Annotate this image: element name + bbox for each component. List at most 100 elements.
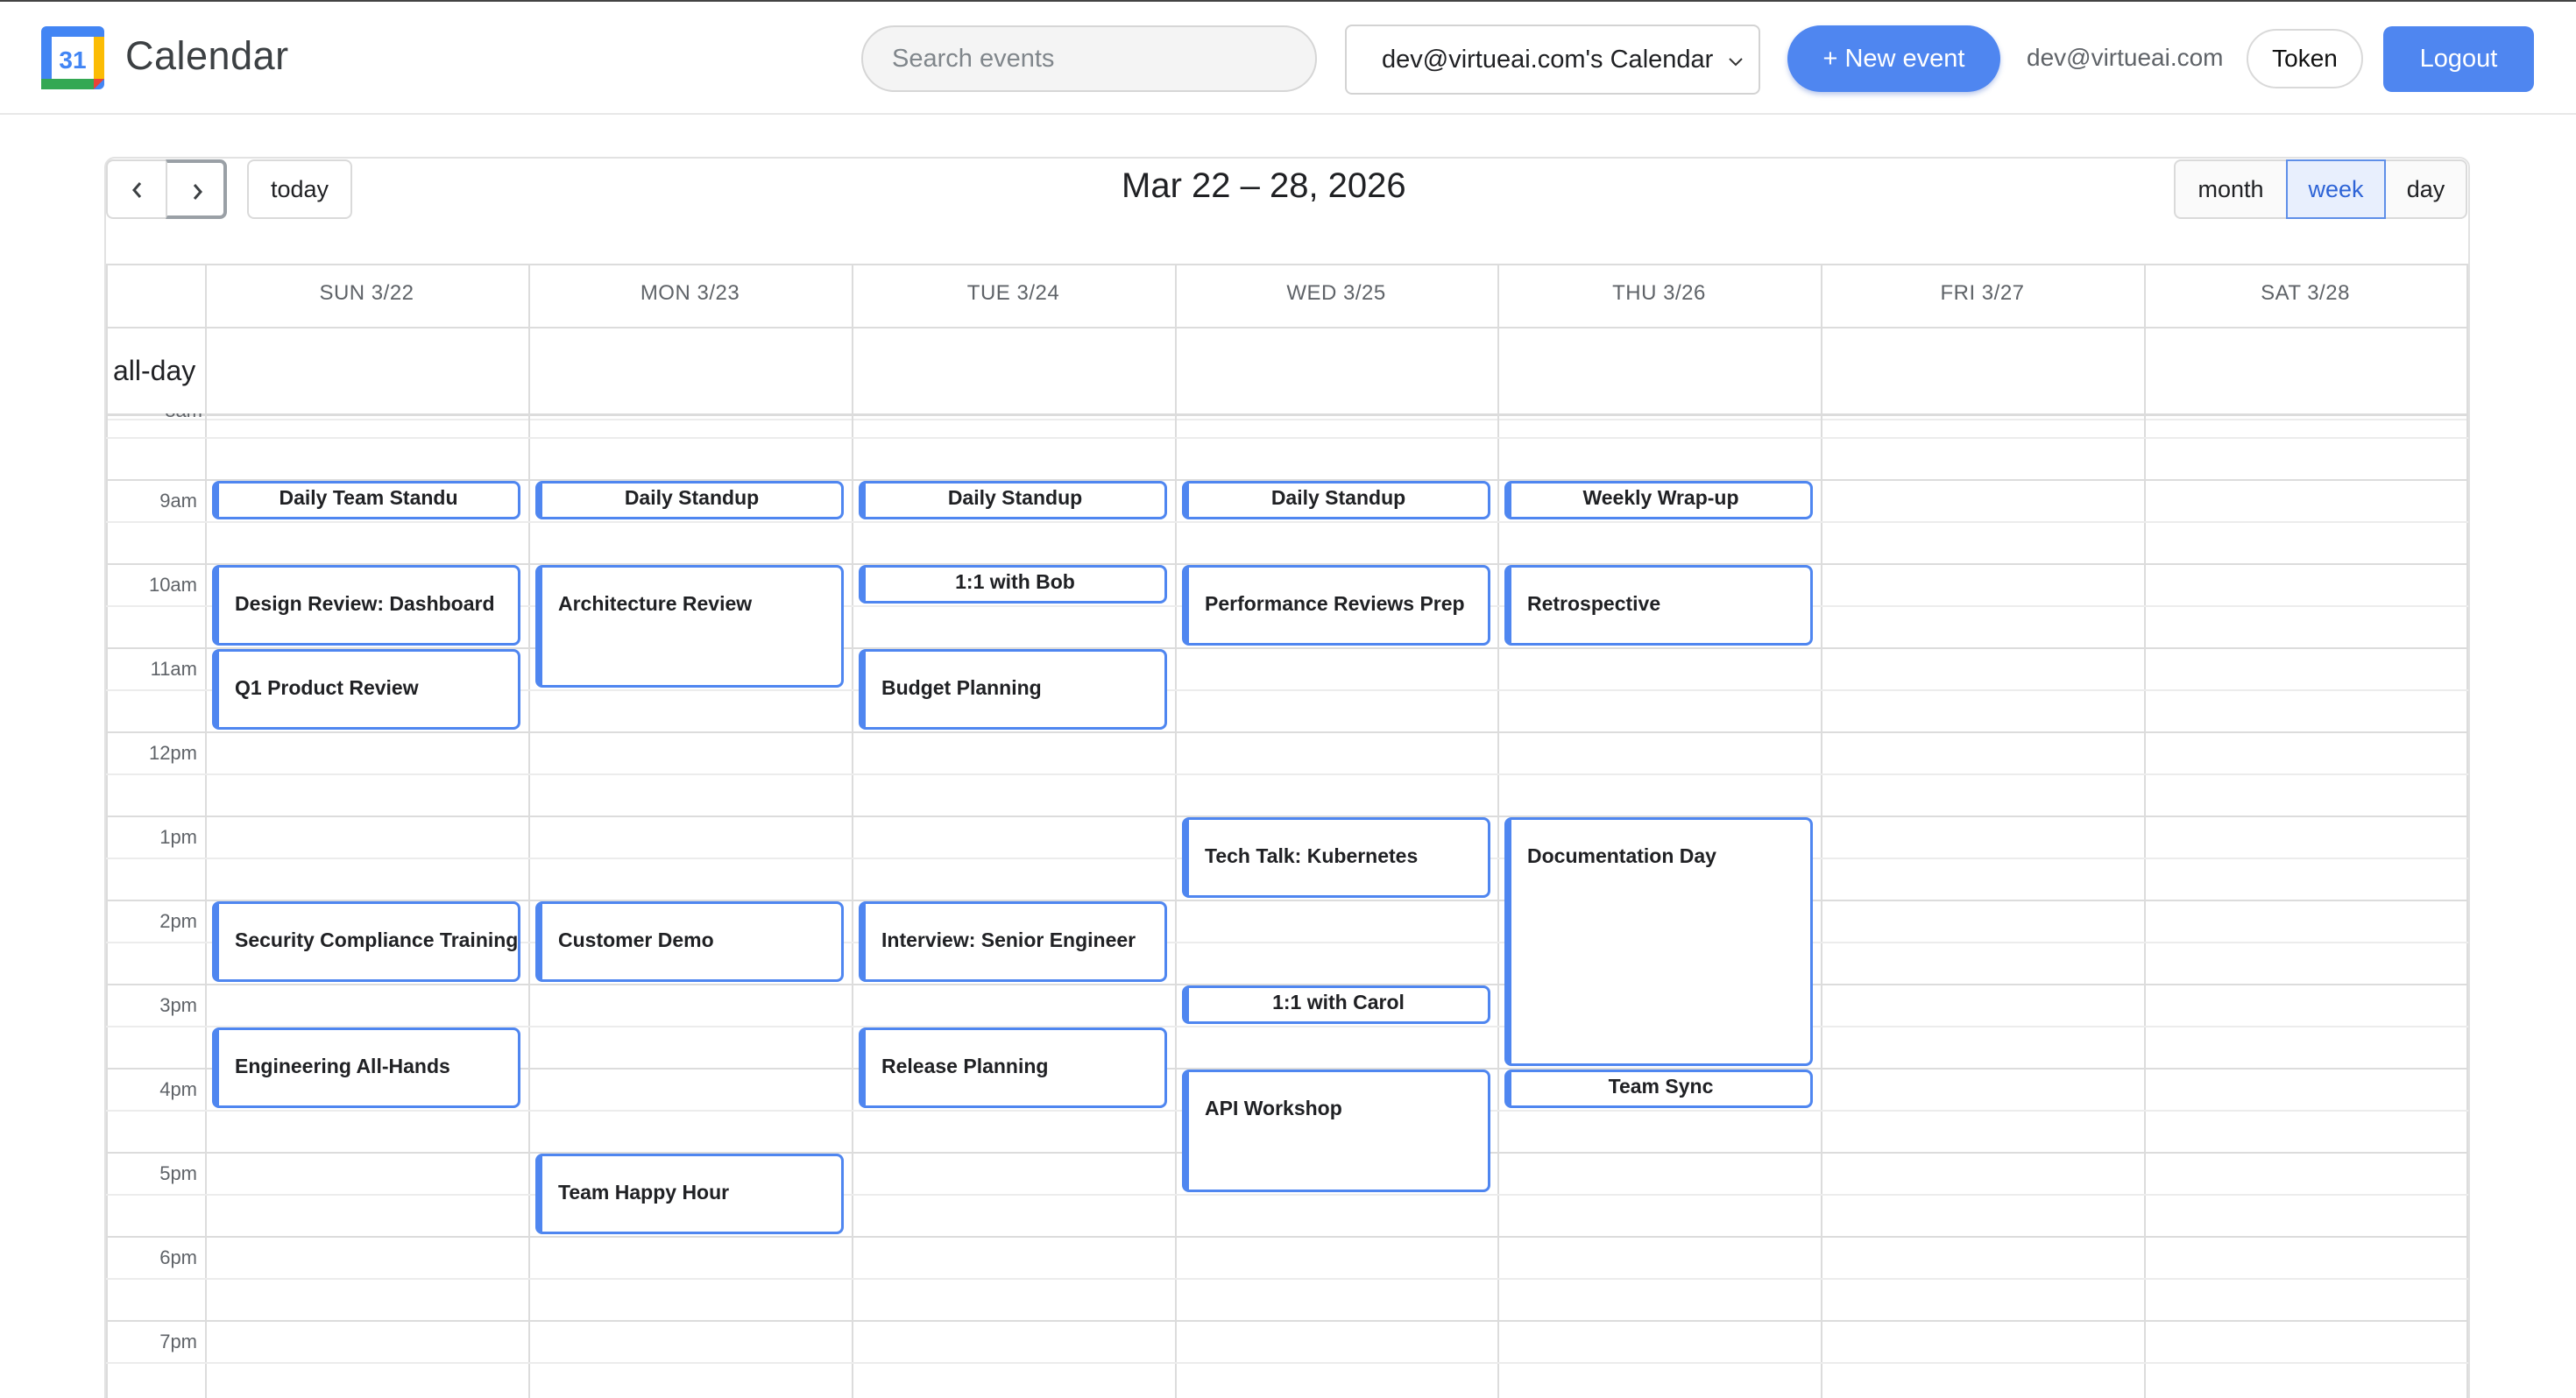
grid-line — [106, 437, 2468, 439]
grid-line — [205, 264, 207, 1398]
calendar-event[interactable]: Daily Team Standu — [212, 481, 520, 519]
event-title: Design Review: Dashboard — [235, 592, 495, 615]
allday-label: all-day — [113, 355, 196, 386]
time-label: 12pm — [148, 742, 197, 764]
calendar-selector-label: dev@virtueai.com's Calendar — [1382, 46, 1714, 74]
calendar-event[interactable]: Weekly Wrap-up — [1504, 481, 1813, 519]
time-label: 6pm — [159, 1246, 197, 1268]
calendar-event[interactable]: Engineering All-Hands — [212, 1027, 520, 1108]
grid-line — [1821, 264, 1822, 1398]
calendar-event[interactable]: Daily Standup — [535, 481, 844, 519]
new-event-button[interactable]: + New event — [1787, 25, 2000, 92]
event-title: Daily Team Standu — [279, 486, 458, 509]
event-title: Budget Planning — [881, 676, 1042, 699]
calendar-event[interactable]: Documentation Day — [1504, 817, 1813, 1066]
time-label: 7pm — [159, 1331, 197, 1352]
event-title: Q1 Product Review — [235, 676, 419, 699]
grid-line — [852, 264, 853, 1398]
event-title: 1:1 with Bob — [955, 570, 1075, 593]
calendar-event[interactable]: Design Review: Dashboard — [212, 565, 520, 646]
grid-line — [106, 419, 2468, 420]
event-title: Team Sync — [1608, 1075, 1714, 1098]
calendar-event[interactable]: Budget Planning — [859, 649, 1167, 730]
event-title: Documentation Day — [1527, 844, 1716, 867]
event-title: Daily Standup — [947, 486, 1083, 509]
app-title: Calendar — [125, 33, 289, 78]
calendar-event[interactable]: Release Planning — [859, 1027, 1167, 1108]
chevron-left-icon — [132, 182, 142, 198]
calendar-event[interactable]: Daily Standup — [1182, 481, 1490, 519]
today-button[interactable]: today — [247, 159, 352, 219]
day-header-thu[interactable]: THU 3/26 — [1497, 281, 1821, 306]
event-title: Architecture Review — [558, 592, 753, 615]
event-title: Daily Standup — [1270, 486, 1406, 509]
day-header-sun[interactable]: SUN 3/22 — [205, 281, 528, 306]
grid-line — [106, 1320, 2468, 1322]
calendar-event[interactable]: Interview: Senior Engineer — [859, 901, 1167, 982]
calendar-event[interactable]: Retrospective — [1504, 565, 1813, 646]
token-button[interactable]: Token — [2247, 29, 2363, 88]
prev-week-button[interactable] — [106, 159, 167, 219]
time-label: 3pm — [159, 994, 197, 1016]
view-day-button[interactable]: day — [2384, 159, 2467, 219]
calendar-event[interactable]: Daily Standup — [859, 481, 1167, 519]
calendar-event[interactable]: Q1 Product Review — [212, 649, 520, 730]
day-header-fri[interactable]: FRI 3/27 — [1821, 281, 2144, 306]
grid-line — [106, 327, 2468, 328]
time-label: 1pm — [159, 826, 197, 848]
search-input[interactable] — [861, 25, 1317, 92]
chevron-right-icon — [193, 184, 202, 200]
event-title: Interview: Senior Engineer — [881, 928, 1136, 951]
grid-line — [106, 413, 2468, 416]
day-header-sat[interactable]: SAT 3/28 — [2144, 281, 2466, 306]
time-label-clipped: 8am — [159, 413, 202, 424]
next-week-button[interactable] — [166, 159, 227, 219]
time-label: 10am — [148, 574, 197, 596]
time-label: 11am — [150, 658, 197, 680]
event-title: Customer Demo — [558, 928, 714, 951]
grid-line — [106, 1236, 2468, 1238]
event-title: Release Planning — [881, 1055, 1049, 1077]
day-header-tue[interactable]: TUE 3/24 — [852, 281, 1175, 306]
event-title: API Workshop — [1205, 1097, 1342, 1119]
event-title: Retrospective — [1527, 592, 1661, 615]
grid-line — [106, 521, 2468, 523]
calendar-event[interactable]: 1:1 with Bob — [859, 565, 1167, 604]
app-header: 31 Calendar dev@virtueai.com's Calendar … — [0, 0, 2576, 115]
calendar-selector[interactable]: dev@virtueai.com's Calendar — [1345, 25, 1760, 95]
svg-text:31: 31 — [59, 46, 86, 74]
date-range-title: Mar 22 – 28, 2026 — [1122, 166, 1406, 205]
chevron-down-icon — [1729, 58, 1743, 67]
event-title: Security Compliance Training — [235, 928, 519, 951]
event-title: Daily Standup — [624, 486, 760, 509]
calendar-event[interactable]: 1:1 with Carol — [1182, 985, 1490, 1024]
grid-line — [2144, 264, 2146, 1398]
calendar-event[interactable]: Team Happy Hour — [535, 1154, 844, 1234]
calendar-event[interactable]: API Workshop — [1182, 1070, 1490, 1192]
grid-line — [106, 773, 2468, 775]
calendar-logo-icon: 31 — [41, 26, 104, 89]
day-header-mon[interactable]: MON 3/23 — [528, 281, 852, 306]
logout-button[interactable]: Logout — [2383, 26, 2534, 92]
view-month-button[interactable]: month — [2174, 159, 2288, 219]
event-title: Tech Talk: Kubernetes — [1205, 844, 1419, 867]
day-header-wed[interactable]: WED 3/25 — [1175, 281, 1497, 306]
view-switcher: month week day — [2174, 159, 2467, 219]
user-email: dev@virtueai.com — [2027, 44, 2224, 71]
calendar-event[interactable]: Architecture Review — [535, 565, 844, 688]
week-grid[interactable]: SUN 3/22 MON 3/23 TUE 3/24 WED 3/25 THU … — [106, 264, 2468, 1398]
grid-line — [528, 264, 530, 1398]
view-week-button[interactable]: week — [2286, 159, 2386, 219]
calendar-event[interactable]: Customer Demo — [535, 901, 844, 982]
time-label: 5pm — [159, 1162, 197, 1184]
grid-line — [106, 264, 2468, 265]
time-label: 9am — [159, 490, 197, 512]
calendar-event[interactable]: Tech Talk: Kubernetes — [1182, 817, 1490, 898]
grid-line — [2466, 264, 2468, 1398]
calendar-event[interactable]: Performance Reviews Prep — [1182, 565, 1490, 646]
calendar-event[interactable]: Security Compliance Training — [212, 901, 520, 982]
time-label: 2pm — [159, 910, 197, 932]
calendar-event[interactable]: Team Sync — [1504, 1070, 1813, 1108]
event-title: Weekly Wrap-up — [1582, 486, 1739, 509]
grid-line — [1497, 264, 1499, 1398]
